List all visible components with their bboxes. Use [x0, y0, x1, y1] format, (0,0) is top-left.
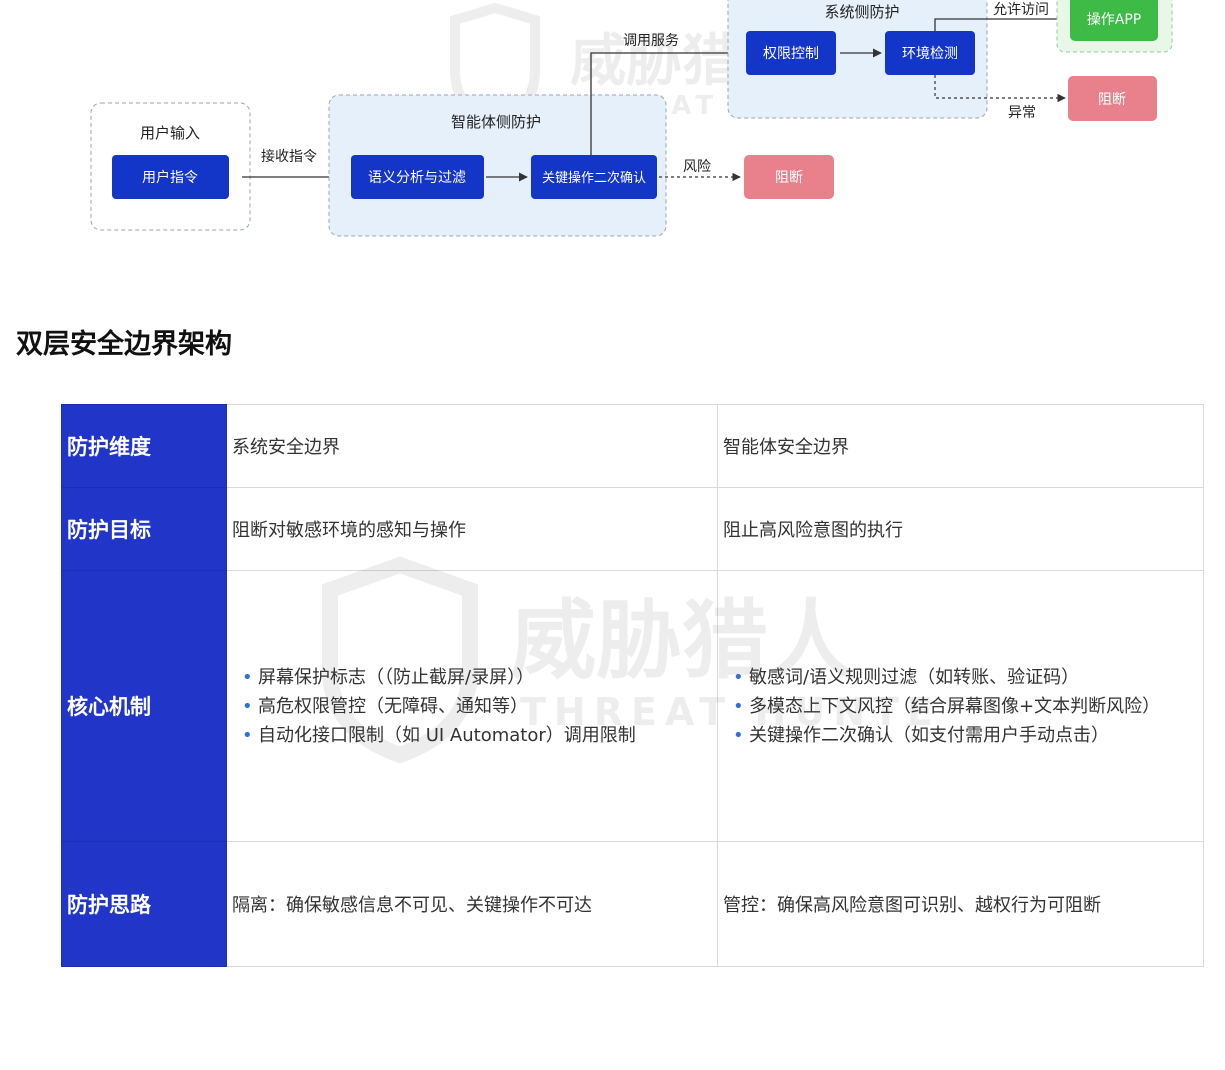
table-row: 防护目标 阻断对敏感环境的感知与操作 阻止高风险意图的执行 [61, 487, 1204, 571]
user-input-title: 用户输入 [140, 124, 200, 142]
table-row: 防护思路 隔离：确保敏感信息不可见、关键操作不可达 管控：确保高风险意图可识别、… [61, 841, 1204, 967]
permission-control-label: 权限控制 [763, 46, 819, 62]
agent-side-title: 智能体侧防护 [451, 113, 541, 131]
table-cell: 敏感词/语义规则过滤（如转账、验证码） 多模态上下文风控（结合屏幕图像+文本判断… [717, 570, 1204, 842]
semantic-filter-label: 语义分析与过滤 [368, 170, 466, 186]
list-item: 高危权限管控（无障碍、通知等） [242, 692, 717, 721]
second-confirm-label: 关键操作二次确认 [542, 170, 646, 186]
table-cell: 系统安全边界 [226, 404, 718, 488]
table-cell: 隔离：确保敏感信息不可见、关键操作不可达 [226, 841, 718, 967]
list-item: 自动化接口限制（如 UI Automator）调用限制 [242, 721, 717, 750]
mechanism-list-system: 屏幕保护标志（（防止截屏/录屏）） 高危权限管控（无障碍、通知等） 自动化接口限… [232, 663, 717, 750]
table-row: 核心机制 屏幕保护标志（（防止截屏/录屏）） 高危权限管控（无障碍、通知等） 自… [61, 570, 1204, 842]
table-cell: 管控：确保高风险意图可识别、越权行为可阻断 [717, 841, 1204, 967]
table-cell: 智能体安全边界 [717, 404, 1204, 488]
row-header: 防护目标 [61, 487, 227, 571]
comparison-table: 防护维度 系统安全边界 智能体安全边界 防护目标 阻断对敏感环境的感知与操作 阻… [61, 404, 1204, 967]
table-row: 防护维度 系统安全边界 智能体安全边界 [61, 404, 1204, 488]
block-node-1-label: 阻断 [775, 170, 803, 186]
list-item: 屏幕保护标志（（防止截屏/录屏）） [242, 663, 717, 692]
mechanism-list-agent: 敏感词/语义规则过滤（如转账、验证码） 多模态上下文风控（结合屏幕图像+文本判断… [723, 663, 1203, 750]
flow-diagram: 威胁猎人 THREAT HUNTER 用户输入 用户指令 接收指令 智能体侧防护… [90, 0, 1173, 237]
edge-abnormal-label: 异常 [1008, 105, 1036, 121]
table-cell: 阻断对敏感环境的感知与操作 [226, 487, 718, 571]
edge-call-service-label: 调用服务 [623, 33, 679, 49]
operate-app-label: 操作APP [1087, 12, 1141, 28]
user-command-label: 用户指令 [142, 169, 198, 186]
system-side-title: 系统侧防护 [824, 3, 899, 21]
table-cell: 屏幕保护标志（（防止截屏/录屏）） 高危权限管控（无障碍、通知等） 自动化接口限… [226, 570, 718, 842]
block-node-2-label: 阻断 [1098, 92, 1126, 108]
list-item: 关键操作二次确认（如支付需用户手动点击） [733, 721, 1179, 750]
edge-receive-label: 接收指令 [261, 148, 317, 165]
section-title: 双层安全边界架构 [16, 329, 232, 360]
row-header: 防护维度 [61, 404, 227, 488]
row-header: 防护思路 [61, 841, 227, 967]
list-item: 多模态上下文风控（结合屏幕图像+文本判断风险） [733, 692, 1179, 721]
edge-allow-label: 允许访问 [993, 2, 1049, 18]
table-cell: 阻止高风险意图的执行 [717, 487, 1204, 571]
list-item: 敏感词/语义规则过滤（如转账、验证码） [733, 663, 1179, 692]
row-header: 核心机制 [61, 570, 227, 842]
env-check-label: 环境检测 [902, 46, 958, 62]
edge-risk-label: 风险 [683, 159, 711, 175]
